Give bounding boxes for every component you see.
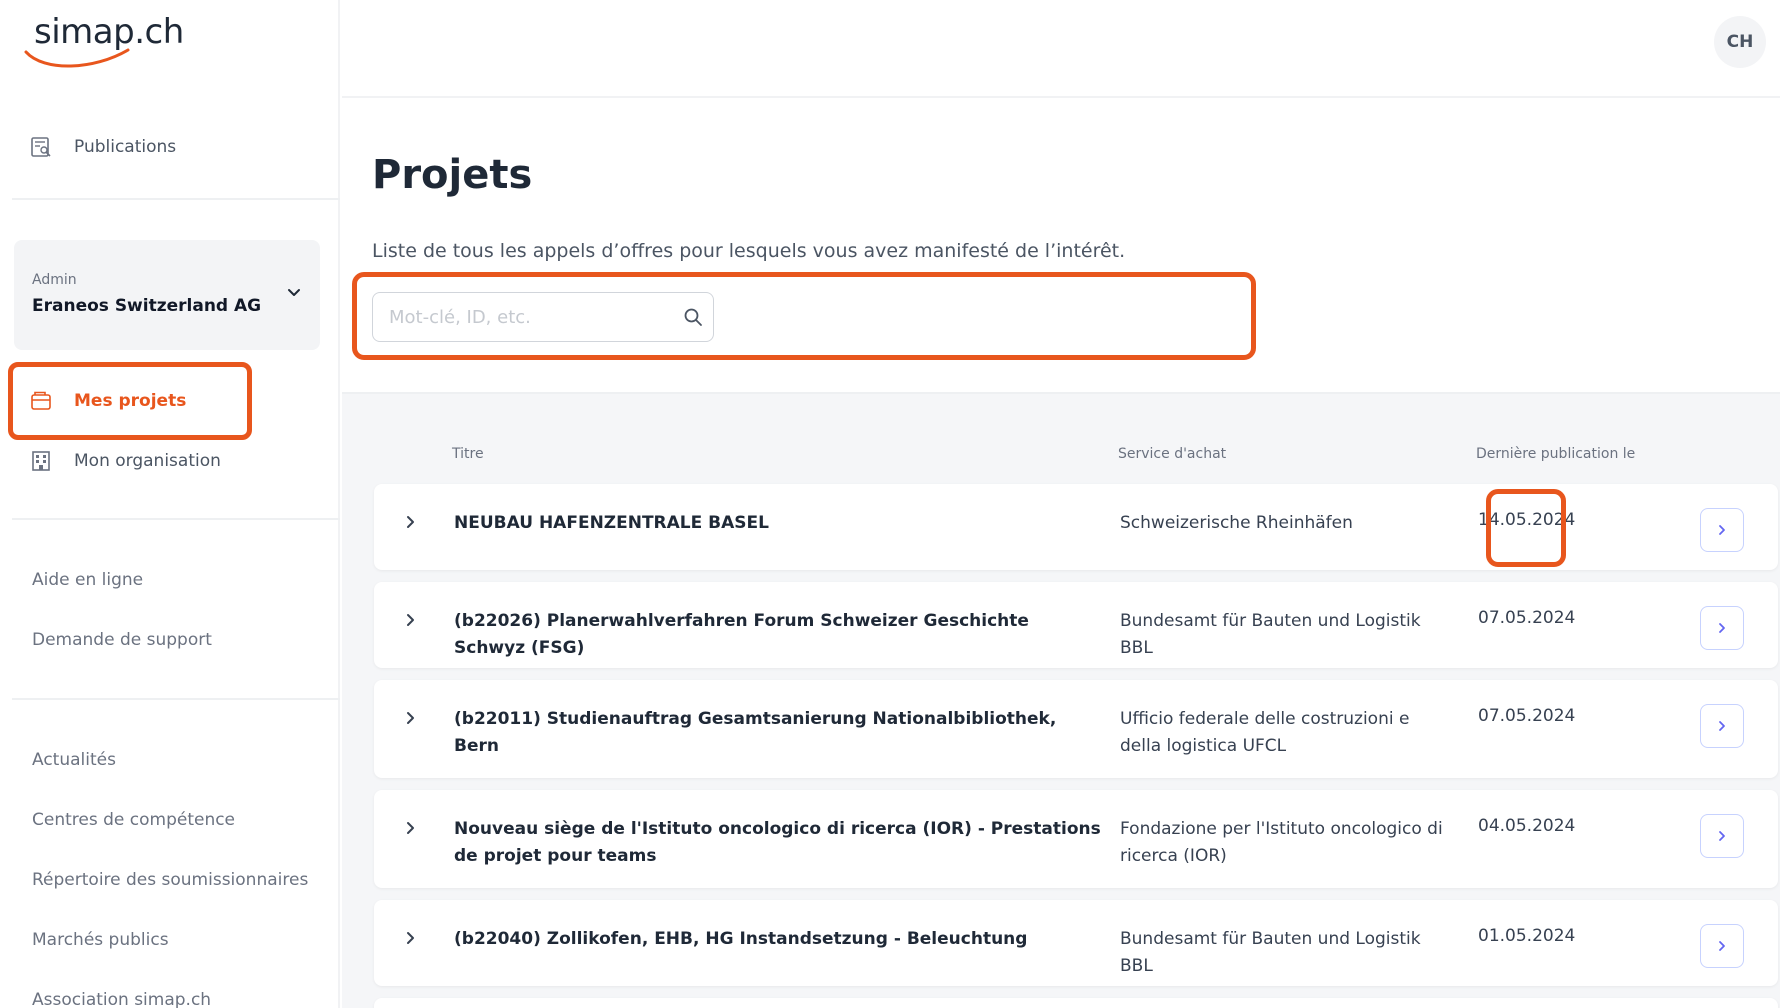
open-project-button[interactable] bbox=[1700, 508, 1744, 552]
row-date: 04.05.2024 bbox=[1478, 816, 1576, 836]
chevron-right-icon[interactable] bbox=[402, 820, 418, 836]
chevron-right-icon bbox=[1719, 525, 1725, 535]
open-project-button[interactable] bbox=[1700, 704, 1744, 748]
sidebar-divider bbox=[12, 198, 340, 200]
link-repertoire-soumissionnaires[interactable]: Répertoire des soumissionnaires bbox=[32, 870, 308, 890]
table-row[interactable]: (b22026) Planerwahlverfahren Forum Schwe… bbox=[374, 582, 1778, 668]
link-actualites[interactable]: Actualités bbox=[32, 750, 116, 770]
table-row[interactable]: (b22040) Zollikofen, EHB, HG Instandsetz… bbox=[374, 900, 1778, 986]
row-date: 07.05.2024 bbox=[1478, 706, 1576, 726]
language-switcher[interactable]: CH bbox=[1714, 16, 1766, 68]
row-title: (b22026) Planerwahlverfahren Forum Schwe… bbox=[454, 611, 1029, 658]
column-header-date: Dernière publication le bbox=[1476, 446, 1636, 462]
link-marches-publics[interactable]: Marchés publics bbox=[32, 930, 169, 950]
table-row[interactable]: (b22011) Studienauftrag Gesamtsanierung … bbox=[374, 680, 1778, 778]
chevron-right-icon[interactable] bbox=[402, 612, 418, 628]
row-title: (b22011) Studienauftrag Gesamtsanierung … bbox=[454, 709, 1057, 756]
chevron-right-icon[interactable] bbox=[402, 710, 418, 726]
highlight-mes-projets bbox=[8, 362, 252, 440]
table-row[interactable] bbox=[374, 998, 1778, 1008]
row-title: Nouveau siège de l'Istituto oncologico d… bbox=[454, 819, 1101, 866]
sidebar: simap.ch Publications Admin Eraneos Swit… bbox=[0, 0, 340, 1008]
row-service: Ufficio federale delle costruzioni e del… bbox=[1120, 709, 1410, 756]
row-title: (b22040) Zollikofen, EHB, HG Instandsetz… bbox=[454, 929, 1028, 949]
open-project-button[interactable] bbox=[1700, 606, 1744, 650]
highlight-open-button bbox=[1486, 489, 1566, 567]
logo-swoosh-icon bbox=[24, 48, 130, 68]
organization-switcher[interactable]: Admin Eraneos Switzerland AG bbox=[14, 240, 320, 350]
row-service: Bundesamt für Bauten und Logistik BBL bbox=[1120, 611, 1421, 658]
building-icon bbox=[30, 450, 52, 472]
sidebar-item-label: Mon organisation bbox=[74, 451, 221, 471]
sidebar-item-label: Publications bbox=[74, 137, 177, 157]
sidebar-divider bbox=[12, 518, 340, 520]
simap-logo[interactable]: simap.ch bbox=[24, 10, 204, 70]
table-row[interactable]: Nouveau siège de l'Istituto oncologico d… bbox=[374, 790, 1778, 888]
highlight-search bbox=[352, 272, 1256, 360]
org-role: Admin bbox=[32, 272, 77, 288]
chevron-down-icon bbox=[288, 289, 300, 296]
row-date: 01.05.2024 bbox=[1478, 926, 1576, 946]
link-centres-de-competence[interactable]: Centres de compétence bbox=[32, 810, 235, 830]
row-service: Bundesamt für Bauten und Logistik BBL bbox=[1120, 929, 1421, 976]
chevron-right-icon bbox=[1719, 831, 1725, 841]
page-subtitle: Liste de tous les appels d’offres pour l… bbox=[372, 240, 1126, 262]
sidebar-divider bbox=[12, 698, 340, 700]
open-project-button[interactable] bbox=[1700, 924, 1744, 968]
link-demande-de-support[interactable]: Demande de support bbox=[32, 630, 212, 650]
top-bar: CH bbox=[342, 0, 1780, 98]
row-title: NEUBAU HAFENZENTRALE BASEL bbox=[454, 513, 769, 533]
chevron-right-icon[interactable] bbox=[402, 930, 418, 946]
sidebar-item-publications[interactable]: Publications bbox=[30, 136, 176, 158]
page-title: Projets bbox=[372, 152, 533, 198]
chevron-right-icon bbox=[1719, 721, 1725, 731]
chevron-right-icon bbox=[1719, 941, 1725, 951]
open-project-button[interactable] bbox=[1700, 814, 1744, 858]
column-header-title: Titre bbox=[452, 446, 484, 462]
chevron-right-icon bbox=[1719, 623, 1725, 633]
link-aide-en-ligne[interactable]: Aide en ligne bbox=[32, 570, 143, 590]
projects-table: Titre Service d'achat Dernière publicati… bbox=[342, 392, 1780, 1008]
chevron-right-icon[interactable] bbox=[402, 514, 418, 530]
sidebar-item-mon-organisation[interactable]: Mon organisation bbox=[30, 450, 221, 472]
table-row[interactable]: NEUBAU HAFENZENTRALE BASEL Schweizerisch… bbox=[374, 484, 1778, 570]
row-date: 07.05.2024 bbox=[1478, 608, 1576, 628]
column-header-service: Service d'achat bbox=[1118, 446, 1227, 462]
org-name: Eraneos Switzerland AG bbox=[32, 296, 262, 316]
link-association-simap[interactable]: Association simap.ch bbox=[32, 990, 211, 1008]
row-service: Fondazione per l'Istituto oncologico di … bbox=[1120, 819, 1443, 866]
publications-icon bbox=[30, 136, 52, 158]
row-service: Schweizerische Rheinhäfen bbox=[1120, 513, 1353, 533]
